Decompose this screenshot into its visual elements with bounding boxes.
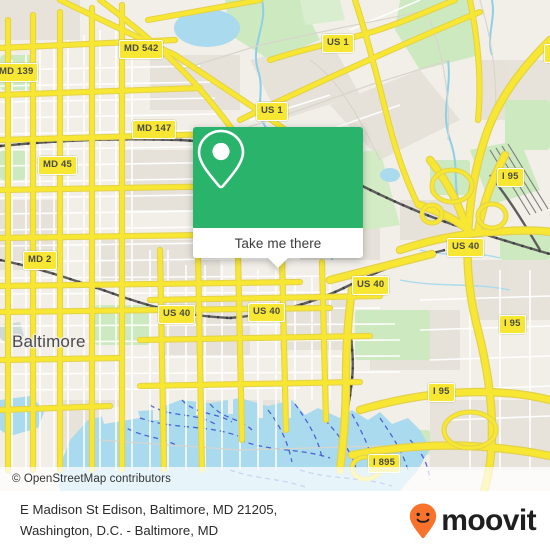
highway-shield-i95-b: I 95 — [499, 315, 526, 334]
take-me-there-label: Take me there — [234, 235, 322, 251]
map-canvas[interactable]: Baltimore MD 139 MD 542 US 1 US 1 MD 147… — [0, 0, 550, 491]
popup-icon-area — [193, 127, 363, 228]
openstreetmap-attribution[interactable]: © OpenStreetMap contributors — [0, 473, 171, 485]
highway-shield-us40-a: US 40 — [447, 238, 485, 257]
map-attribution-bar: © OpenStreetMap contributors — [0, 467, 550, 491]
moovit-brand[interactable]: moovit — [408, 502, 537, 540]
popup-pointer — [267, 257, 289, 268]
address-line-1: E Madison St Edison, Baltimore, MD 21205… — [20, 502, 278, 518]
highway-shield-partial-right — [544, 44, 550, 63]
highway-shield-i95-c: I 95 — [428, 383, 455, 402]
highway-shield-us40-d: US 40 — [248, 303, 286, 322]
highway-shield-md542: MD 542 — [119, 40, 164, 59]
highway-shield-md139: MD 139 — [0, 63, 39, 82]
highway-shield-us1-b: US 1 — [256, 102, 288, 121]
location-popup-card[interactable]: Take me there — [193, 127, 363, 268]
highway-shield-md45: MD 45 — [38, 156, 77, 175]
moovit-pin-icon — [410, 503, 437, 538]
address-block: E Madison St Edison, Baltimore, MD 21205… — [20, 500, 277, 541]
popup-action-area[interactable]: Take me there — [193, 228, 363, 258]
footer-bar: E Madison St Edison, Baltimore, MD 21205… — [0, 491, 550, 550]
address-line-2: Washington, D.C. - Baltimore, MD — [20, 522, 219, 538]
highway-shield-md147: MD 147 — [132, 120, 177, 139]
moovit-wordmark: moovit — [441, 503, 536, 537]
highway-shield-us1-a: US 1 — [322, 34, 354, 53]
highway-shield-i95-a: I 95 — [497, 168, 524, 187]
moovit-map-screenshot: Baltimore MD 139 MD 542 US 1 US 1 MD 147… — [0, 0, 550, 550]
city-label-baltimore: Baltimore — [12, 332, 86, 351]
map-pin-icon — [197, 129, 245, 189]
highway-shield-md2: MD 2 — [23, 251, 57, 270]
highway-shield-us40-b: US 40 — [352, 276, 390, 295]
highway-shield-us40-c: US 40 — [158, 305, 196, 324]
